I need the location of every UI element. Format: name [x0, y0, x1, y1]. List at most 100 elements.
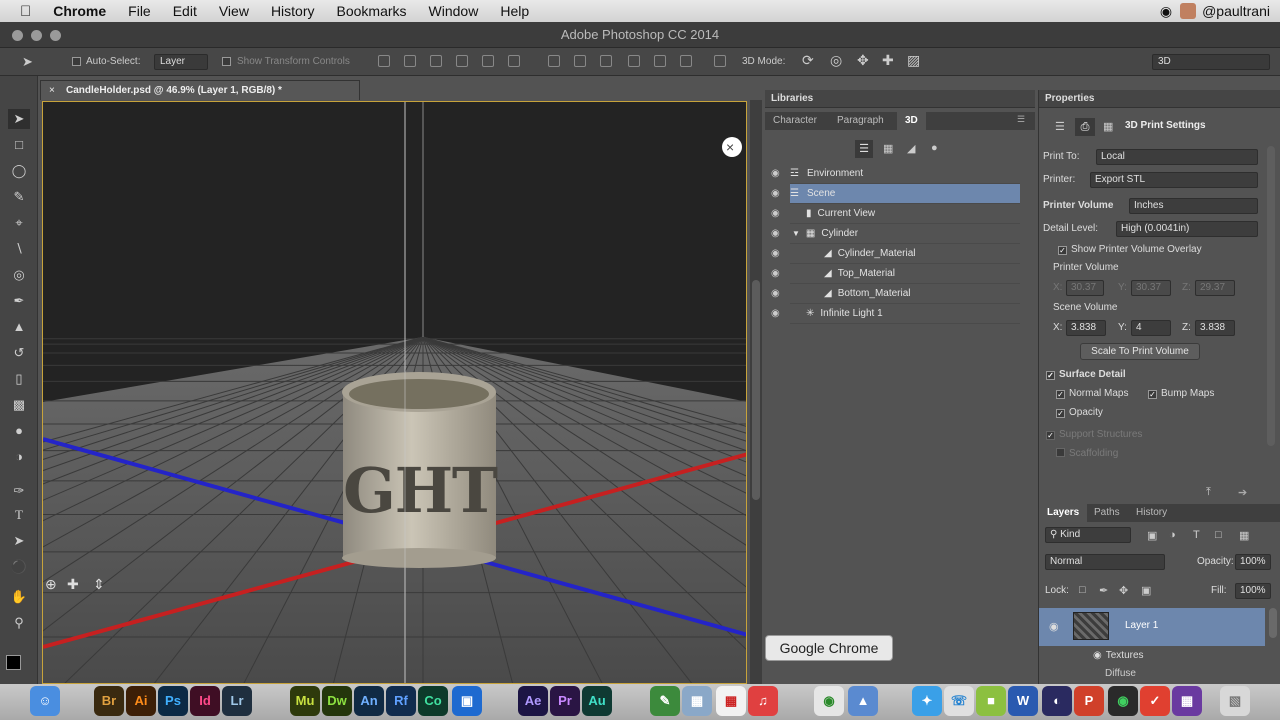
visibility-eye-icon[interactable]: ◉ — [771, 168, 780, 179]
menu-app-name[interactable]: Chrome — [53, 3, 106, 19]
lock-position-icon[interactable]: ✥ — [1119, 584, 1128, 597]
dock-edge-inspect-icon[interactable]: ▣ — [452, 686, 482, 716]
filter-whole-scene-icon[interactable]: ☰ — [855, 140, 873, 158]
dock-audition-icon[interactable]: Au — [582, 686, 612, 716]
crop-tool-icon[interactable]: ⌖ — [8, 213, 30, 233]
menu-file[interactable]: File — [128, 3, 151, 19]
properties-scrollbar[interactable] — [1267, 146, 1275, 446]
expand-triangle-icon[interactable]: ▼ — [792, 229, 800, 238]
scene-item-infinite-light[interactable]: ✳ Infinite Light 1 — [790, 304, 1020, 324]
align-vcenter-icon[interactable] — [404, 55, 416, 67]
visibility-eye-icon[interactable]: ◉ — [771, 308, 780, 319]
apple-icon[interactable]:  — [20, 3, 31, 20]
tab-history[interactable]: History — [1136, 504, 1167, 522]
show-overlay-option[interactable]: ✓ Show Printer Volume Overlay — [1058, 242, 1202, 258]
printer-dropdown[interactable]: Export STL — [1090, 172, 1258, 188]
3d-axis-widget[interactable]: ⊕ ✚ ⇕ — [45, 576, 105, 592]
align-right-icon[interactable] — [508, 55, 520, 67]
dock-calendar-icon[interactable]: ▦ — [716, 686, 746, 716]
align-hcenter-icon[interactable] — [482, 55, 494, 67]
zoom-window-button[interactable] — [50, 30, 61, 41]
blur-tool-icon[interactable]: ● — [8, 421, 30, 441]
show-overlay-checkbox[interactable]: ✓ — [1058, 246, 1067, 255]
workspace-dropdown[interactable]: 3D — [1152, 54, 1270, 70]
marquee-tool-icon[interactable]: □ — [8, 135, 30, 155]
normal-maps-checkbox[interactable]: ✓ — [1056, 390, 1065, 399]
scale-3d-icon[interactable]: ▨ — [907, 52, 920, 68]
dodge-tool-icon[interactable]: ◑ — [8, 447, 30, 467]
tab-paragraph[interactable]: Paragraph — [837, 112, 884, 130]
close-tab-icon[interactable]: × — [49, 81, 55, 100]
dock-chrome-icon[interactable]: ◉ — [814, 686, 844, 716]
sv-x-field[interactable]: 3.838 — [1066, 320, 1106, 336]
dock-edge-code-icon[interactable]: Co — [418, 686, 448, 716]
dock-android-icon[interactable]: ■ — [976, 686, 1006, 716]
type-tool-icon[interactable]: T — [8, 505, 30, 525]
scene-item-cylinder-material[interactable]: ◢ Cylinder_Material — [790, 244, 1020, 264]
dock-dreamweaver-icon[interactable]: Dw — [322, 686, 352, 716]
3d-viewport[interactable]: GHT × ⊕ ✚ ⇕ — [43, 102, 747, 684]
canvas-scrollbar[interactable] — [750, 100, 762, 684]
scene-item-scene[interactable]: ☰ Scene — [790, 184, 1020, 204]
menu-edit[interactable]: Edit — [173, 3, 197, 19]
slide-3d-icon[interactable]: ✚ — [882, 52, 894, 68]
dock-preview-icon[interactable]: ▦ — [682, 686, 712, 716]
visibility-eye-icon[interactable]: ◉ — [771, 268, 780, 279]
path-select-tool-icon[interactable]: ➤ — [8, 531, 30, 551]
normal-maps-option[interactable]: ✓ Normal Maps — [1056, 386, 1128, 402]
diffuse-row[interactable]: Diffuse — [1105, 666, 1136, 682]
visibility-eye-icon[interactable]: ◉ — [771, 228, 780, 239]
screencast-icon[interactable]: ◉ — [1160, 3, 1172, 20]
surface-detail-option[interactable]: ✓ Surface Detail — [1046, 367, 1126, 383]
menu-bookmarks[interactable]: Bookmarks — [337, 3, 407, 19]
dock-photoshop-icon[interactable]: Ps — [158, 686, 188, 716]
zoom-tool-icon[interactable]: ⚲ — [8, 613, 30, 633]
filter-smart-object-icon[interactable]: ▦ — [1239, 529, 1249, 542]
orbit-3d-icon[interactable]: ⟳ — [802, 52, 814, 68]
eraser-tool-icon[interactable]: ▯ — [8, 369, 30, 389]
distribute-top-icon[interactable] — [548, 55, 560, 67]
visibility-eye-icon[interactable]: ◉ — [771, 288, 780, 299]
panel-menu-icon[interactable]: ☰ — [1017, 114, 1025, 125]
filter-lights-icon[interactable]: ● — [931, 142, 938, 154]
dock-skype-icon[interactable]: ☏ — [944, 686, 974, 716]
auto-select-checkbox[interactable] — [72, 57, 81, 66]
menu-view[interactable]: View — [219, 3, 249, 19]
print-icon[interactable]: ➔ — [1238, 486, 1247, 499]
distribute-left-icon[interactable] — [628, 55, 640, 67]
layer-opacity-field[interactable]: 100% — [1235, 554, 1271, 570]
healing-tool-icon[interactable]: ◎ — [8, 265, 30, 285]
dock-powerpoint-icon[interactable]: P — [1074, 686, 1104, 716]
lasso-tool-icon[interactable]: ◯ — [8, 161, 30, 181]
surface-detail-checkbox[interactable]: ✓ — [1046, 371, 1055, 380]
textures-eye-icon[interactable]: ◉ — [1093, 650, 1102, 661]
auto-select-dropdown[interactable]: Layer — [154, 54, 208, 70]
drag-3d-icon[interactable]: ✥ — [857, 52, 869, 68]
document-canvas[interactable]: GHT × ⊕ ✚ ⇕ — [42, 101, 747, 684]
opacity-option[interactable]: ✓ Opacity — [1056, 405, 1103, 421]
filter-type-icon[interactable]: T — [1193, 529, 1200, 541]
dock-onenote-icon[interactable]: ▦ — [1172, 686, 1202, 716]
tab-3d[interactable]: 3D — [897, 112, 926, 130]
filter-shape-icon[interactable]: □ — [1215, 529, 1222, 541]
blend-mode-dropdown[interactable]: Normal — [1045, 554, 1165, 570]
quick-select-tool-icon[interactable]: ✎ — [8, 187, 30, 207]
stamp-tool-icon[interactable]: ▲ — [8, 317, 30, 337]
scene-item-top-material[interactable]: ◢ Top_Material — [790, 264, 1020, 284]
dock-premiere-icon[interactable]: Pr — [550, 686, 580, 716]
visibility-eye-icon[interactable]: ◉ — [771, 188, 780, 199]
menu-window[interactable]: Window — [429, 3, 479, 19]
distribute-right-icon[interactable] — [680, 55, 692, 67]
bump-maps-option[interactable]: ✓ Bump Maps — [1148, 386, 1214, 402]
dock-illustrator-icon[interactable]: Ai — [126, 686, 156, 716]
properties-lock-icon[interactable]: ▦ — [1103, 120, 1113, 133]
properties-scene-icon[interactable]: ☰ — [1055, 120, 1065, 133]
filter-materials-icon[interactable]: ◢ — [907, 142, 915, 155]
opacity-checkbox[interactable]: ✓ — [1056, 409, 1065, 418]
brush-tool-icon[interactable]: ✒ — [8, 291, 30, 311]
pen-tool-icon[interactable]: ✑ — [8, 481, 30, 501]
dock-lightroom-icon[interactable]: Lr — [222, 686, 252, 716]
layer-filter-kind-dropdown[interactable]: ⚲ Kind — [1045, 527, 1131, 543]
foreground-color-swatch[interactable] — [6, 655, 21, 670]
lock-all-icon[interactable]: ▣ — [1141, 584, 1151, 597]
